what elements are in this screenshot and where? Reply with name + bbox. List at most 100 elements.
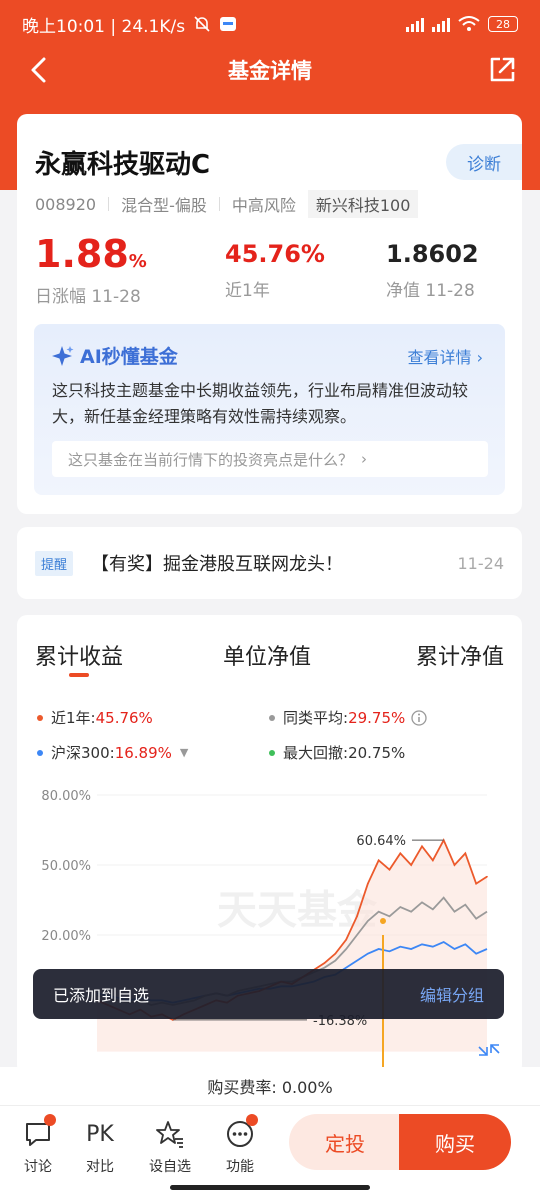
notification-badge [44,1114,56,1126]
status-bar: 晚上10:01 | 24.1K/s 28 [0,0,540,48]
divider [218,197,220,211]
nav-metric: 1.8602 净值 11-28 [386,240,479,301]
bottom-action-bar: 讨论 PK 对比 设自选 功能 定投 购买 [0,1105,540,1200]
year-return-label: 近1年 [225,281,270,301]
toast-text: 已添加到自选 [53,986,150,1005]
toast-message: 已添加到自选 编辑分组 [33,969,504,1019]
tab-cumulative-nav[interactable]: 累计净值 [416,639,504,671]
status-time: 晚上10:01 | 24.1K/s [22,16,186,37]
legend-peer-label: 同类平均: [283,709,349,727]
tab-unit-nav[interactable]: 单位净值 [223,639,311,671]
legend-fund-value: 45.76% [95,708,153,727]
compare-label: 对比 [86,1159,114,1175]
share-icon[interactable] [486,54,518,86]
y-tick-label: 20.00% [41,929,91,944]
legend-drawdown-value: 20.75% [348,743,406,762]
fund-risk: 中高风险 [231,196,296,215]
legend-drawdown-label: 最大回撤: [283,744,349,762]
star-icon [156,1121,183,1148]
reminder-date: 11-24 [457,553,505,573]
chevron-right-icon: › [476,348,483,367]
signal-icon [406,16,424,32]
data-point [388,868,391,871]
max-annotation-label: 60.64% [356,834,406,849]
divider [108,197,110,211]
ai-summary-text: 这只科技主题基金中长期收益领先，行业布局精准但波动较大，新任基金经理策略有效性需… [52,381,469,426]
daily-change-unit: % [128,251,147,272]
fund-name: 永赢科技驱动C [35,150,211,180]
data-point [421,845,423,848]
data-point [464,852,467,855]
pk-icon: PK [86,1121,114,1147]
legend-hs300-label: 沪深300: [51,744,115,762]
page-title: 基金详情 [228,59,312,83]
nav-label: 净值 11-28 [386,281,475,301]
functions-button[interactable]: 功能 [215,1114,265,1176]
legend-fund-label: 近1年: [51,709,96,727]
legend-dot [269,714,275,721]
legend-peer: 同类平均: 29.75% [269,707,427,728]
add-watchlist-label: 设自选 [149,1159,191,1175]
legend-dot [269,749,275,756]
info-icon[interactable] [411,709,427,726]
data-point [399,852,402,855]
signal-icon-2 [432,16,450,32]
back-arrow-icon[interactable] [24,54,56,86]
add-watchlist-button[interactable]: 设自选 [145,1118,195,1176]
compare-button[interactable]: PK 对比 [75,1118,125,1176]
data-point [334,952,337,955]
nav-value: 1.8602 [386,240,479,268]
return-chart[interactable]: 80.00%50.00%20.00%天天基金60.64%-16.38% [17,785,522,1075]
reminder-card[interactable]: 提醒 【有奖】掘金港股互联网龙头！ 11-24 [17,527,522,599]
legend-dot [37,749,43,756]
daily-change-value: 1.88 [35,232,129,276]
fund-tags: 008920 混合型-偏股 中高风险 新兴科技100 [35,190,419,218]
ai-summary-box[interactable]: AI秒懂基金 查看详情 › 这只科技主题基金中长期收益领先，行业布局精准但波动较… [34,324,505,495]
purchase-fee-bar: 购买费率: 0.00% [0,1067,540,1105]
data-point [367,882,369,885]
functions-label: 功能 [226,1159,254,1175]
buy-button[interactable]: 购买 [399,1114,511,1170]
ai-question-text: 这只基金在当前行情下的投资亮点是什么？ [68,450,354,469]
ai-question-prompt[interactable]: 这只基金在当前行情下的投资亮点是什么？ › [52,441,488,477]
caret-down-icon: ▼ [179,746,189,759]
app-notification-icon [220,17,237,31]
fund-code: 008920 [35,194,97,214]
notification-badge [246,1114,258,1126]
home-indicator [170,1185,370,1190]
sparkle-icon [52,345,74,366]
data-point [486,875,488,878]
data-point [377,859,380,862]
legend-hs300-value: 16.89% [114,743,172,762]
data-point [453,864,456,866]
active-tab-underline [69,673,89,677]
wifi-icon [458,16,480,31]
index-tag[interactable]: 新兴科技100 [307,190,419,218]
data-point [432,859,434,862]
bell-mute-icon [194,16,210,32]
auto-invest-button[interactable]: 定投 [289,1114,401,1170]
ai-title: AI秒懂基金 [52,342,178,369]
title-bar: 基金详情 [0,48,540,92]
daily-change-metric: 1.88% 日涨幅 11-28 [35,232,147,307]
reminder-text: 【有奖】掘金港股互联网龙头！ [91,554,344,575]
diagnose-button[interactable]: 诊断 [446,144,522,180]
discuss-label: 讨论 [24,1159,52,1175]
fund-type: 混合型-偏股 [121,196,207,215]
marker-point [380,918,386,924]
y-tick-label: 80.00% [41,789,91,804]
ai-title-text: AI秒懂基金 [80,346,178,368]
discuss-button[interactable]: 讨论 [13,1114,63,1176]
fund-summary-card: 永赢科技驱动C 诊断 008920 混合型-偏股 中高风险 新兴科技100 1.… [17,114,522,514]
data-point [356,915,358,918]
year-return-value: 45.76% [225,240,325,268]
purchase-fee-text: 购买费率: 0.00% [207,1078,333,1097]
legend-drawdown: 最大回撤: 20.75% [269,742,405,763]
tab-cumulative-return[interactable]: 累计收益 [35,639,123,671]
legend-hs300[interactable]: 沪深300: 16.89% ▼ [37,742,188,763]
legend-peer-value: 29.75% [348,708,406,727]
data-point [410,864,412,866]
ai-more-link[interactable]: 查看详情 › [407,344,483,368]
daily-change-label: 日涨幅 11-28 [35,287,141,307]
edit-group-link[interactable]: 编辑分组 [420,982,484,1006]
